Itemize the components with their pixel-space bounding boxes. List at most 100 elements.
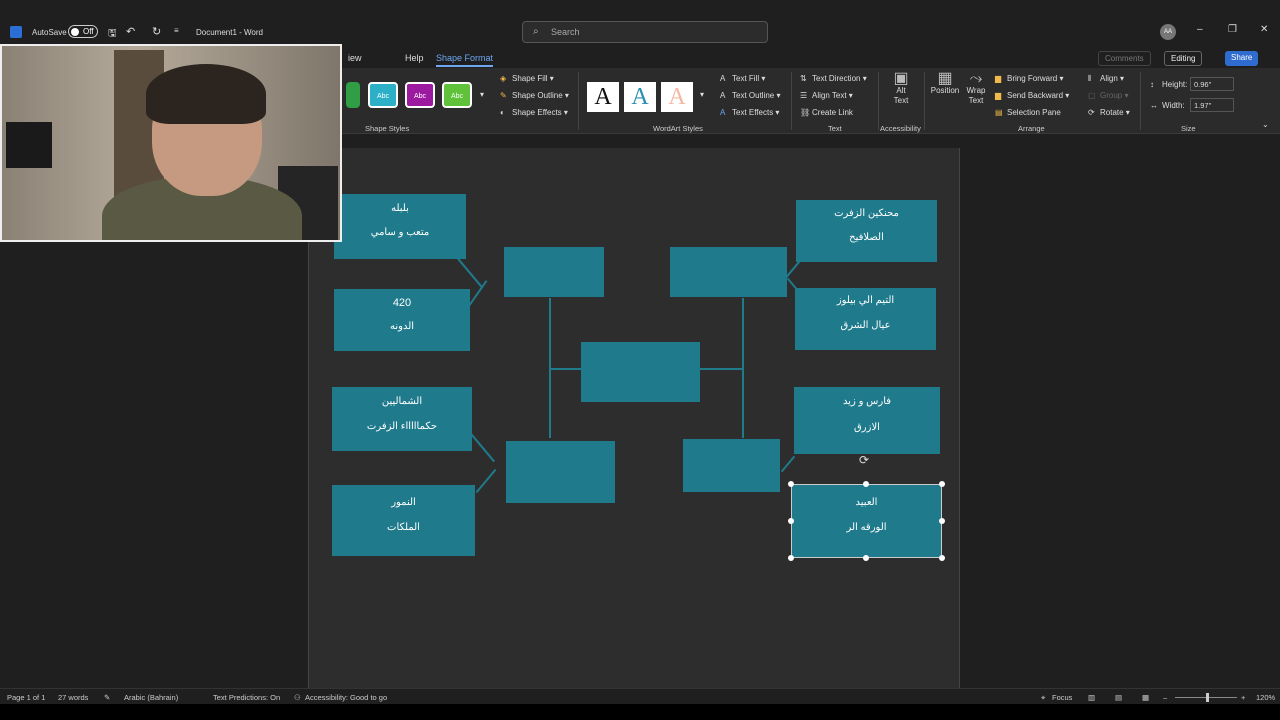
team-box-left-2[interactable]: 420 الدونه <box>334 289 470 351</box>
hub-box-bottom-right[interactable] <box>683 439 780 492</box>
tab-shape-format[interactable]: Shape Format <box>436 53 494 67</box>
customize-toolbar-icon[interactable]: ≡ <box>174 26 179 35</box>
team-box-left-3[interactable]: الشماليين حكماااااء الزفرت <box>332 387 472 451</box>
accessibility-status[interactable]: Accessibility: Good to go <box>305 693 387 702</box>
hub-box-bottom-left[interactable] <box>506 441 615 503</box>
more-styles-icon[interactable]: ▾ <box>480 90 484 99</box>
focus-button[interactable]: Focus <box>1052 693 1072 702</box>
document-page[interactable]: بلبله متعب و سامي 420 الدونه الشماليين ح… <box>308 148 960 693</box>
connector-line <box>700 368 742 370</box>
language[interactable]: Arabic (Bahrain) <box>124 693 178 702</box>
width-input[interactable]: 1.97" <box>1190 98 1234 112</box>
align-button[interactable]: ⫴ Align ▾ <box>1088 74 1124 84</box>
resize-handle[interactable] <box>939 518 945 524</box>
team-box-left-1[interactable]: بلبله متعب و سامي <box>334 194 466 259</box>
editing-button[interactable]: Editing <box>1164 51 1203 66</box>
wordart-style-black[interactable]: A <box>587 82 619 112</box>
resize-handle[interactable] <box>939 555 945 561</box>
alt-text-button[interactable]: ▣ Alt Text <box>888 71 914 106</box>
height-input[interactable]: 0.96" <box>1190 77 1234 91</box>
team-box-right-4-selected[interactable]: العبيد الورقه الر <box>791 484 942 558</box>
connector-line <box>475 468 497 494</box>
divider <box>924 72 925 130</box>
webcam-person-hair <box>146 64 266 124</box>
shape-fill-button[interactable]: ◈ Shape Fill ▾ <box>500 74 554 83</box>
selection-pane-button[interactable]: ▤ Selection Pane <box>995 108 1061 117</box>
team-name: بلبله <box>391 203 409 214</box>
zoom-out-icon[interactable]: – <box>1163 693 1167 702</box>
create-link-button[interactable]: ⛓ Create Link <box>800 108 853 117</box>
resize-handle[interactable] <box>788 518 794 524</box>
shape-outline-button[interactable]: ✎ Shape Outline ▾ <box>500 91 569 100</box>
team-box-right-3[interactable]: فارس و زيد الازرق <box>794 387 940 454</box>
team-name: الشماليين <box>381 396 423 407</box>
text-direction-button[interactable]: ⇅ Text Direction ▾ <box>800 74 867 83</box>
tab-view[interactable]: iew <box>348 53 362 63</box>
wordart-style-peach[interactable]: A <box>661 82 693 112</box>
resize-handle[interactable] <box>788 481 794 487</box>
close-icon[interactable]: ✕ <box>1260 24 1268 35</box>
word-count[interactable]: 27 words <box>58 693 88 702</box>
undo-icon[interactable]: ↶ <box>126 25 135 38</box>
web-layout-icon[interactable]: ▦ <box>1142 693 1149 702</box>
print-layout-icon[interactable]: ▤ <box>1115 693 1122 702</box>
shape-style-swatch[interactable]: Abc <box>368 82 398 108</box>
hub-box-top-left[interactable] <box>504 247 604 297</box>
send-backward-button[interactable]: ▆ Send Backward ▾ <box>995 91 1069 100</box>
team-members: الصلافيح <box>849 232 884 243</box>
shape-style-swatch[interactable]: Abc <box>405 82 435 108</box>
restore-icon[interactable]: ❐ <box>1228 24 1237 35</box>
focus-icon[interactable]: ⌖ <box>1041 693 1045 703</box>
hub-box-top-right[interactable] <box>670 247 787 297</box>
text-fill-button[interactable]: A Text Fill ▾ <box>720 74 765 83</box>
position-button[interactable]: ▦ Position <box>929 71 961 96</box>
accessibility-icon[interactable]: ⚇ <box>294 693 301 702</box>
divider <box>1140 72 1141 130</box>
proofing-icon[interactable]: ✎ <box>104 693 110 702</box>
resize-handle[interactable] <box>788 555 794 561</box>
connector-line <box>469 431 495 463</box>
team-name: العبيد <box>855 497 878 508</box>
text-predictions[interactable]: Text Predictions: On <box>213 693 280 702</box>
team-box-left-4[interactable]: النمور الملكات <box>332 485 475 556</box>
share-button[interactable]: Share <box>1225 51 1259 66</box>
center-box[interactable] <box>581 342 700 402</box>
team-box-right-1[interactable]: محنكين الزفرت الصلافيح <box>796 200 937 262</box>
zoom-level[interactable]: 120% <box>1256 693 1275 702</box>
webcam-monitor <box>6 122 52 168</box>
read-mode-icon[interactable]: ▥ <box>1088 693 1095 702</box>
more-wordart-icon[interactable]: ▾ <box>700 90 704 99</box>
zoom-slider-handle[interactable] <box>1206 693 1209 702</box>
redo-icon[interactable]: ↻ <box>152 25 161 38</box>
bring-forward-button[interactable]: ▆ Bring Forward ▾ <box>995 74 1064 83</box>
height-icon: ↕ <box>1150 80 1154 89</box>
wrap-text-label-2: Text <box>968 96 984 105</box>
shape-fill-label: Shape Fill <box>512 74 548 83</box>
shape-effects-button[interactable]: ◐ Shape Effects ▾ <box>500 108 568 117</box>
rotate-handle-icon[interactable]: ⟳ <box>859 453 869 467</box>
autosave-toggle[interactable]: Off <box>68 25 98 38</box>
group-button[interactable]: ▢ Group ▾ <box>1088 91 1128 100</box>
rotate-button[interactable]: ⟳ Rotate ▾ <box>1088 108 1130 117</box>
zoom-in-icon[interactable]: + <box>1241 693 1245 702</box>
resize-handle[interactable] <box>863 481 869 487</box>
wordart-style-blue[interactable]: A <box>624 82 656 112</box>
page-count[interactable]: Page 1 of 1 <box>7 693 45 702</box>
avatar[interactable]: AA <box>1160 24 1176 40</box>
collapse-ribbon-icon[interactable]: ⌄ <box>1262 120 1269 129</box>
resize-handle[interactable] <box>863 555 869 561</box>
team-box-right-2[interactable]: التيم الي بيلوز عيال الشرق <box>795 288 936 350</box>
text-outline-button[interactable]: A Text Outline ▾ <box>720 91 781 100</box>
align-text-button[interactable]: ☰ Align Text ▾ <box>800 91 853 100</box>
tab-help[interactable]: Help <box>405 53 424 63</box>
comments-button[interactable]: Comments <box>1098 51 1151 66</box>
team-name: محنكين الزفرت <box>834 208 899 219</box>
wrap-text-button[interactable]: ⤳ Wrap Text <box>962 71 990 106</box>
resize-handle[interactable] <box>939 481 945 487</box>
shape-style-swatch[interactable]: Abc <box>442 82 472 108</box>
minimize-icon[interactable]: – <box>1197 24 1203 35</box>
text-effects-button[interactable]: A Text Effects ▾ <box>720 108 779 117</box>
search-input[interactable]: ⌕ Search <box>522 21 768 43</box>
shape-style-swatch[interactable] <box>346 82 360 108</box>
save-icon[interactable]: 🖫 <box>108 26 117 43</box>
